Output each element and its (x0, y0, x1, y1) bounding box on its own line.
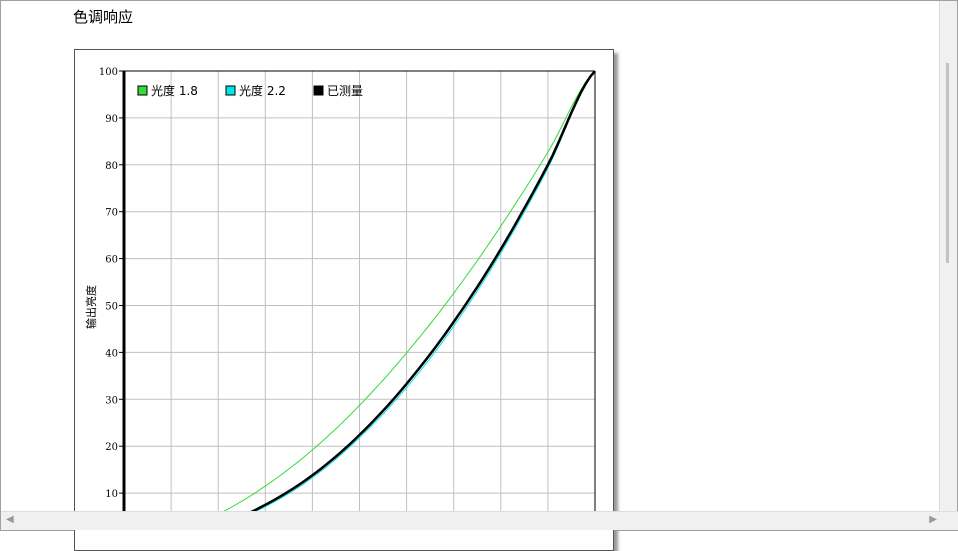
scroll-left-icon[interactable]: ◀ (6, 514, 14, 525)
y-tick-label: 10 (105, 489, 118, 500)
legend-swatch-0 (137, 85, 148, 96)
legend-swatch-1 (225, 85, 236, 96)
legend-label-1: 光度 2.2 (239, 83, 286, 98)
legend-label-0: 光度 1.8 (151, 83, 198, 98)
y-tick-label: 50 (105, 302, 118, 313)
page-title: 色调响应 (73, 8, 134, 26)
legend-swatch-2 (313, 85, 324, 96)
y-tick-label: 80 (105, 161, 118, 172)
scroll-right-icon[interactable]: ▶ (929, 514, 937, 525)
y-tick-label: 20 (105, 442, 118, 453)
y-axis-label: 输出亮度 (84, 285, 98, 329)
y-tick-label: 60 (105, 255, 118, 266)
y-tick-label: 30 (105, 395, 118, 406)
vertical-scrollbar[interactable] (939, 1, 957, 514)
y-tick-label: 90 (105, 114, 118, 125)
legend-label-2: 已测量 (327, 84, 363, 98)
y-tick-label: 40 (105, 348, 118, 359)
y-tick-label: 100 (99, 67, 118, 78)
horizontal-scrollbar[interactable]: ◀ ▶ (1, 511, 958, 530)
y-tick-label: 70 (105, 208, 118, 219)
vertical-scroll-thumb[interactable] (946, 63, 949, 263)
tone-response-chart: 10 20 30 40 50 60 70 80 90 100 输出亮度 光度 1.8 光度 2.2 已测量 (84, 67, 596, 519)
